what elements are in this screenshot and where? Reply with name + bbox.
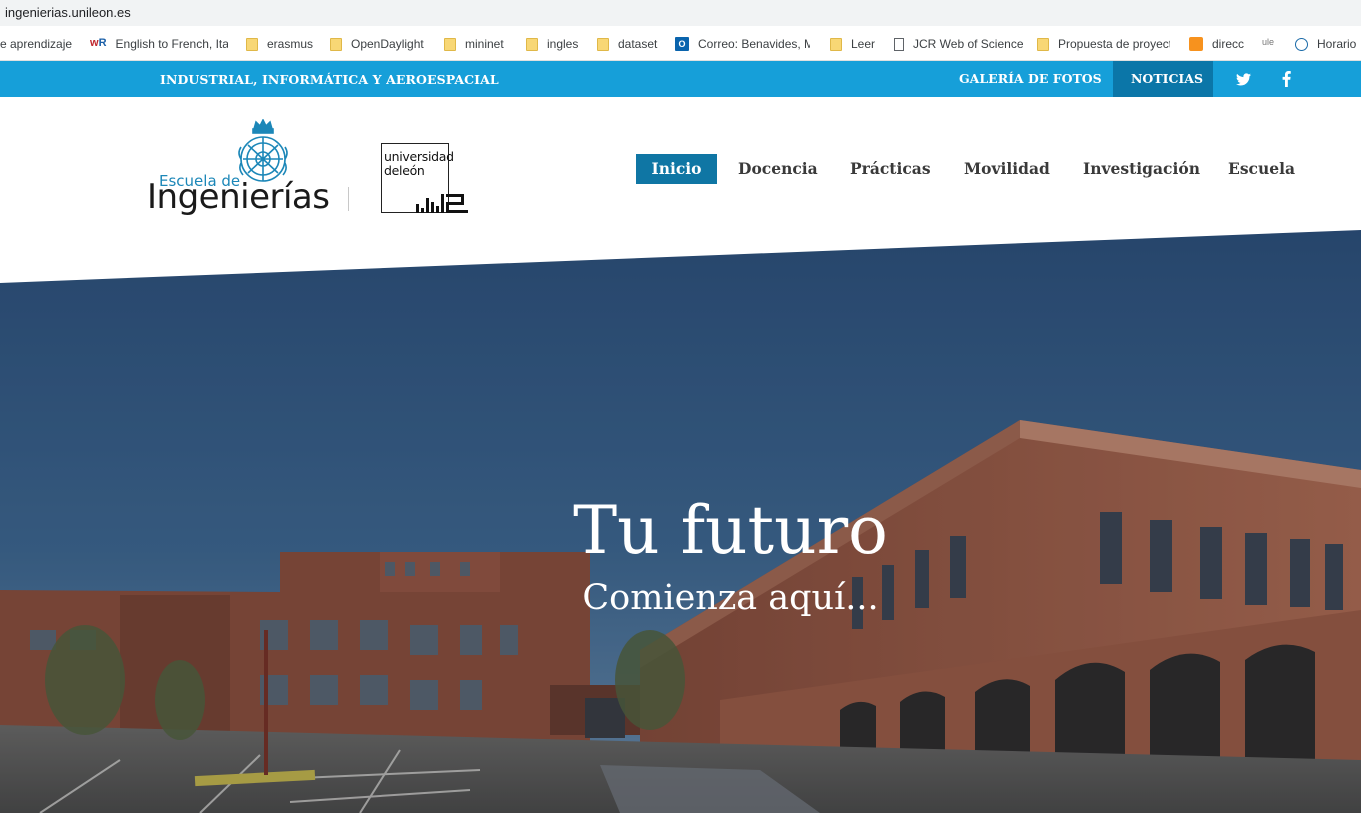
nav-escuela[interactable]: Escuela [1228, 154, 1295, 184]
ule-icon: ule [1262, 37, 1275, 47]
news-link[interactable]: NOTICIAS [1113, 61, 1213, 97]
bookmark-item[interactable]: Propuesta de proyect [1037, 36, 1170, 52]
bookmark-label: erasmus [267, 37, 314, 51]
top-bar: INDUSTRIAL, INFORMÁTICA Y AEROESPACIAL G… [0, 61, 1361, 97]
nav-label: Movilidad [964, 159, 1050, 178]
news-label: NOTICIAS [1131, 71, 1203, 86]
bookmark-item[interactable]: ingles [526, 36, 578, 52]
nav-inicio[interactable]: Inicio [636, 154, 717, 184]
bookmark-item[interactable]: erasmus [246, 36, 313, 52]
folder-icon [830, 37, 842, 51]
folder-icon [444, 37, 456, 51]
logo-divider [348, 187, 349, 211]
url-text[interactable]: ingenierias.unileon.es [5, 5, 131, 20]
bookmark-label: Correo: Benavides, M [698, 37, 810, 51]
nav-label: Prácticas [850, 159, 931, 178]
bookmark-label: Leer [851, 37, 876, 51]
bookmark-label: ingles [547, 37, 579, 51]
hero-banner: Tu futuro Comienza aquí... [0, 230, 1361, 813]
nav-label: Inicio [651, 159, 702, 178]
folder-icon [526, 37, 538, 51]
logo-title[interactable]: Ingenierías [147, 177, 330, 217]
bookmark-item[interactable]: Horario [1295, 36, 1356, 52]
bookmark-item[interactable]: JCR Web of Science [894, 36, 1024, 52]
nav-investigacion[interactable]: Investigación [1083, 154, 1200, 184]
page-icon [894, 37, 904, 51]
globe-icon [1295, 37, 1308, 51]
twitter-icon[interactable] [1236, 73, 1251, 86]
outlook-icon: O [675, 37, 689, 51]
wordreference-icon: wR [90, 37, 107, 49]
crest-logo-icon[interactable] [234, 119, 292, 185]
folder-icon [597, 37, 609, 51]
bookmark-item[interactable]: dataset [597, 36, 657, 52]
folder-icon [330, 37, 342, 51]
nav-practicas[interactable]: Prácticas [850, 154, 931, 184]
folder-icon [246, 37, 258, 51]
nav-label: Escuela [1228, 159, 1296, 178]
bookmark-label: OpenDaylight [351, 37, 424, 51]
bookmark-item[interactable]: O Correo: Benavides, M [675, 36, 810, 52]
nav-movilidad[interactable]: Movilidad [964, 154, 1050, 184]
nav-label: Docencia [738, 159, 818, 178]
ule-mark-icon [416, 194, 468, 213]
address-bar[interactable]: ingenierias.unileon.es [0, 0, 1361, 26]
bookmark-label: Propuesta de proyect [1058, 37, 1170, 51]
bookmark-label: mininet [465, 37, 504, 51]
bookmark-label: Horario [1317, 37, 1357, 51]
bookmark-item[interactable]: ule [1262, 36, 1274, 52]
ule-logo-line2: deleón [384, 163, 425, 178]
bookmark-item[interactable]: Leer [830, 36, 875, 52]
ule-logo-line1: universidad [384, 149, 454, 164]
tagline: INDUSTRIAL, INFORMÁTICA Y AEROESPACIAL [160, 72, 499, 87]
bookmark-item[interactable]: e aprendizaje [0, 36, 72, 52]
bookmark-label: JCR Web of Science [913, 37, 1024, 51]
folder-icon [1037, 37, 1049, 51]
bookmark-label: e aprendizaje [0, 37, 73, 51]
nav-docencia[interactable]: Docencia [738, 154, 818, 184]
chart-icon [1189, 37, 1203, 51]
hero-subtitle: Comienza aquí... [582, 578, 879, 618]
bookmark-label: dataset [618, 37, 658, 51]
nav-label: Investigación [1083, 159, 1200, 178]
facebook-icon[interactable] [1282, 71, 1291, 87]
bookmark-item[interactable]: direcc [1189, 36, 1244, 52]
bookmark-label: direcc [1212, 37, 1245, 51]
bookmark-label: English to French, Ital [115, 37, 228, 51]
hero-title: Tu futuro [573, 492, 888, 569]
bookmark-item[interactable]: mininet [444, 36, 504, 52]
bookmark-item[interactable]: wR English to French, Ital [90, 36, 228, 52]
gallery-link[interactable]: GALERÍA DE FOTOS [959, 71, 1102, 86]
bookmarks-bar: e aprendizaje wR English to French, Ital… [0, 26, 1361, 61]
bookmark-item[interactable]: OpenDaylight [330, 36, 424, 52]
